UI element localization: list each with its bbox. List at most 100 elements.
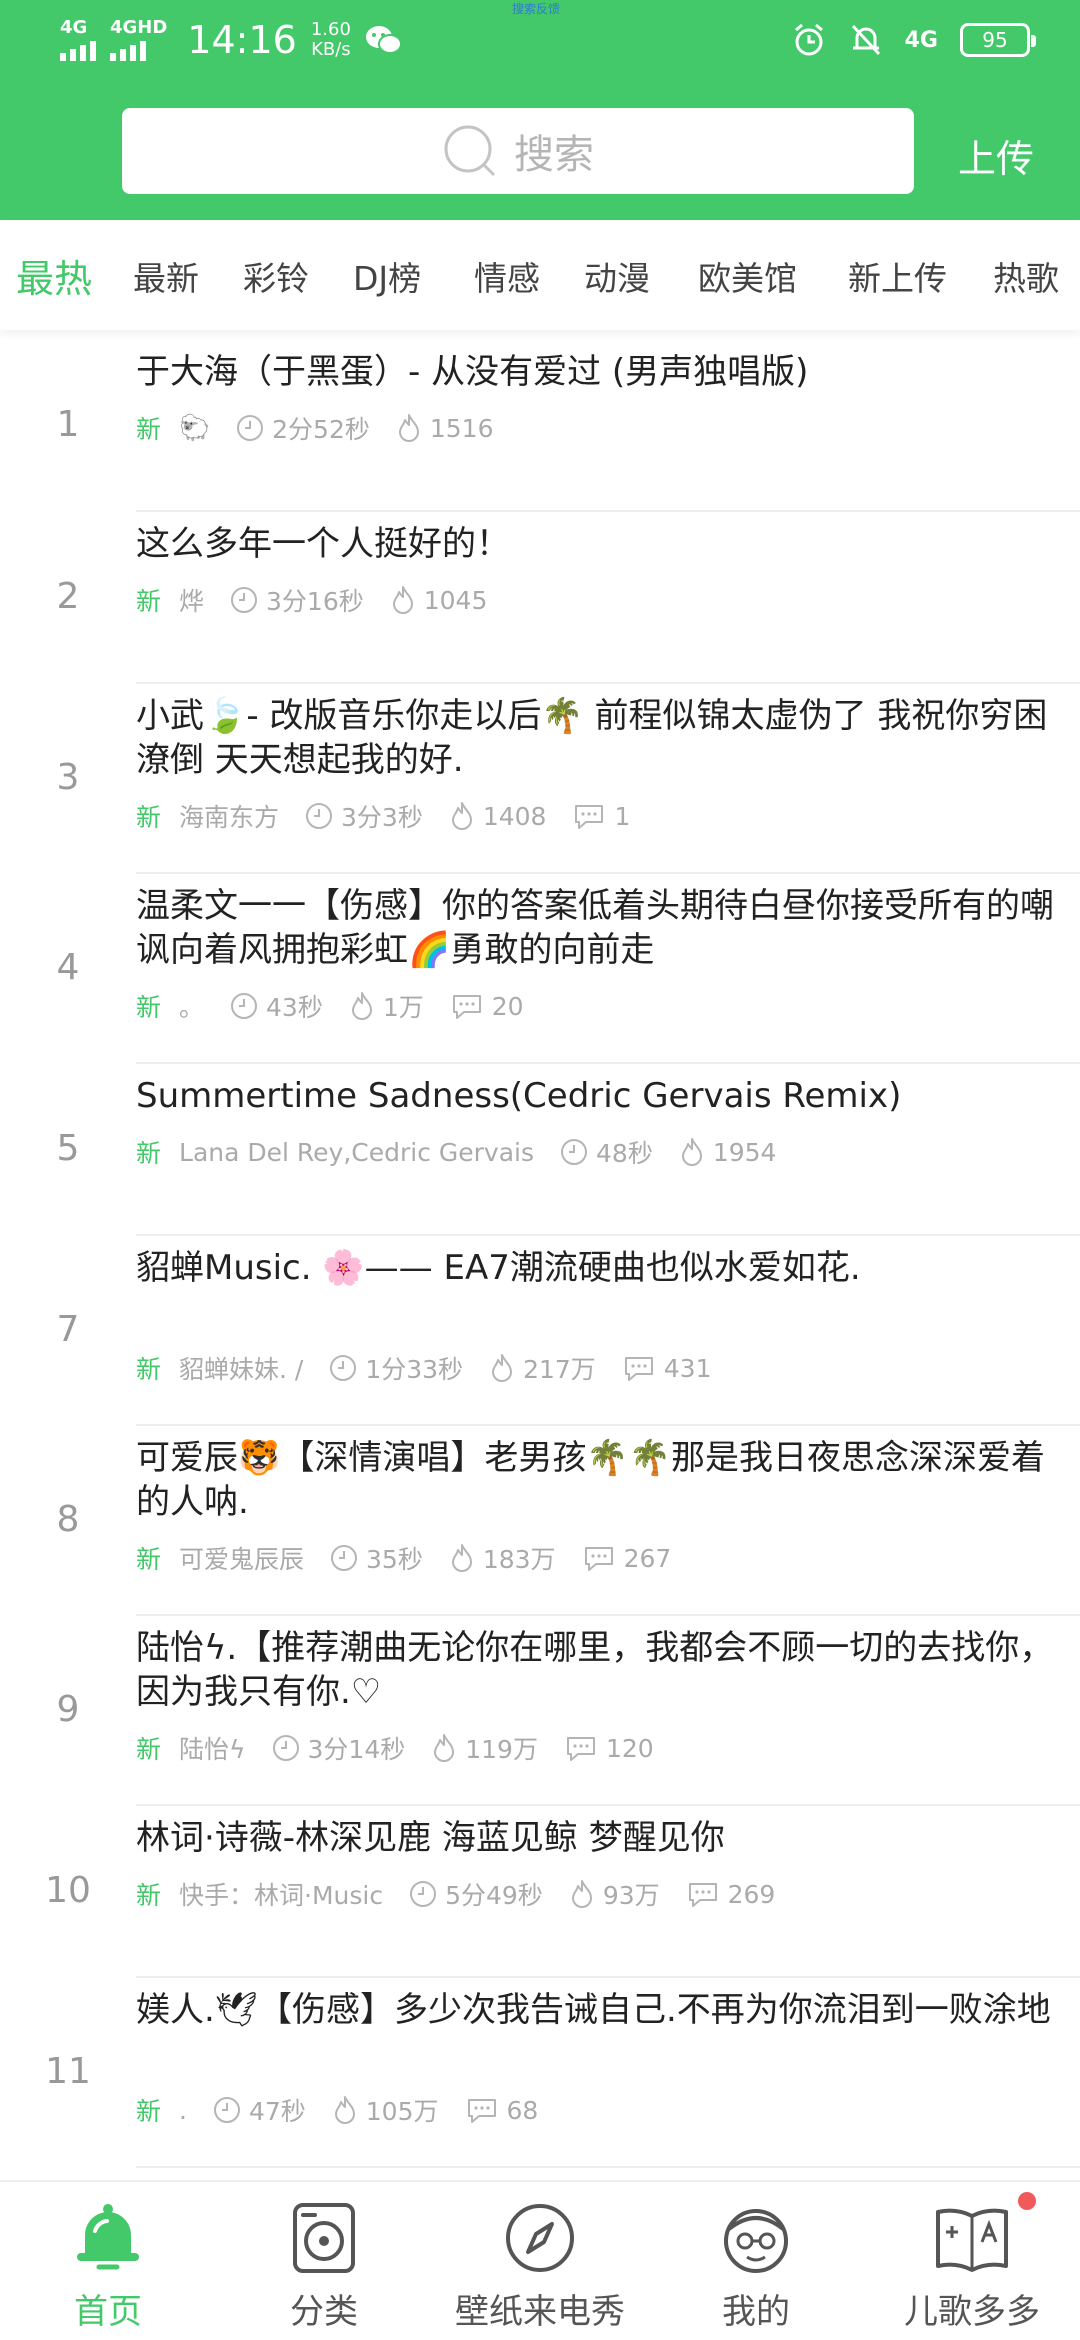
song-duration-value: 47秒 (248, 2097, 306, 2126)
nav-category[interactable]: 分类 (216, 2182, 432, 2340)
tab-new-uploads[interactable]: 新上传 (848, 252, 947, 300)
tab-dj-chart[interactable]: DJ榜 (353, 252, 421, 300)
song-meta: 新貂蝉妹妹. / 1分33秒 217万 431 (136, 1350, 738, 1386)
song-artist: 快手：林词·Music (179, 1881, 384, 1910)
search-icon (444, 125, 496, 177)
song-rank: 5 (56, 1128, 80, 1169)
song-row[interactable]: 8 可爱辰🐯【深情演唱】老男孩🌴🌴那是我日夜思念深深爱着的人呐. 新可爱鬼辰辰 35秒… (0, 1426, 1080, 1616)
song-rank: 11 (45, 2051, 91, 2092)
song-comments: 269 (686, 1879, 776, 1909)
mute-bell-icon (851, 24, 880, 56)
nav-mine[interactable]: 我的 (648, 2182, 864, 2340)
song-duration-value: 43秒 (266, 993, 323, 1022)
tab-hottest[interactable]: 最热 (16, 248, 92, 303)
song-title: 貂蝉Music. 🌸—— EA7潮流硬曲也似水爱如花. (136, 1248, 861, 1288)
song-row[interactable]: 11 媄人.🕊【伤感】多少次我告诫自己.不再为你流泪到一败涂地新. 47秒 105万 6… (0, 1978, 1080, 2168)
clock-icon (330, 1544, 366, 1572)
song-title: 林词·诗薇-林深见鹿 海蓝见鲸 梦醒见你 (136, 1818, 725, 1858)
bottom-nav: 首页 分类 壁纸来电秀 我的 儿歌多多 (0, 2180, 1080, 2340)
new-badge: 新 (136, 1735, 162, 1764)
song-duration-value: 48秒 (596, 1139, 653, 1168)
song-row[interactable]: 1 于大海（于黑蛋）- 从没有爱过 (男声独唱版) 新 🐑 2分52秒 1516 (0, 340, 1080, 512)
network-speed: 1.60 KB/s (311, 20, 351, 60)
new-badge: 新 (136, 1881, 162, 1910)
sim2-label: 4GHD (110, 17, 168, 38)
nav-kids-songs[interactable]: 儿歌多多 (864, 2182, 1080, 2340)
nav-wallpaper-ringtone-show[interactable]: 壁纸来电秀 (432, 2182, 648, 2340)
tab-newest[interactable]: 最新 (133, 252, 199, 300)
sim1-label: 4G (60, 17, 88, 38)
notification-dot (1018, 2192, 1036, 2210)
song-rank: 8 (56, 1499, 80, 1540)
flame-icon (396, 413, 430, 443)
tab-anime[interactable]: 动漫 (584, 252, 650, 300)
song-artist: 烨 (179, 587, 205, 616)
song-meta: 新 🐑 2分52秒 1516 (136, 410, 520, 446)
comment-icon (564, 1734, 606, 1762)
song-row[interactable]: 4 温柔文一一【伤感】你的答案低着头期待白昼你接受所有的嘲讽向着风拥抱彩虹🌈勇敢的… (0, 874, 1080, 1064)
alarm-icon (794, 23, 823, 56)
song-title: 媄人.🕊【伤感】多少次我告诫自己.不再为你流泪到一败涂地 (136, 1990, 1051, 2030)
upload-button[interactable]: 上传 (958, 128, 1034, 183)
comment-icon (465, 2096, 507, 2124)
tab-hit-songs[interactable]: 热歌 (993, 252, 1059, 300)
song-meta: 新 Lana Del Rey,Cedric Gervais 48秒 1954 (136, 1134, 802, 1170)
song-heat: 1516 (396, 413, 494, 443)
song-title: 这么多年一个人挺好的！ (136, 524, 510, 564)
song-row[interactable]: 10 林词·诗薇-林深见鹿 海蓝见鲸 梦醒见你新快手：林词·Music 5分49秒 9… (0, 1806, 1080, 1978)
tab-western[interactable]: 欧美馆 (698, 252, 797, 300)
clock-icon (236, 414, 272, 442)
flame-icon (390, 585, 424, 615)
app-header: 搜索反馈 4G 4GHD 14:16 1.60 KB/s 4G 95 搜索 上传 (0, 0, 1080, 220)
song-rank: 9 (56, 1689, 80, 1730)
song-heat: 1045 (390, 585, 487, 615)
flame-icon (332, 2095, 366, 2125)
song-row[interactable]: 9 陆怡ϟ.【推荐潮曲无论你在哪里，我都会不顾一切的去找你，因为我只有你.♡ 新陆怡… (0, 1616, 1080, 1806)
song-duration-value: 35秒 (366, 1545, 423, 1574)
song-heat-value: 119万 (465, 1735, 538, 1764)
flame-icon (449, 801, 483, 831)
song-comments-value: 20 (491, 991, 524, 1021)
song-row[interactable]: 5 Summertime Sadness(Cedric Gervais Remix… (0, 1064, 1080, 1236)
comment-icon (450, 992, 492, 1020)
search-input[interactable]: 搜索 (122, 108, 914, 194)
song-meta: 新。 43秒 1万 20 (136, 988, 550, 1024)
clock-icon (230, 992, 266, 1020)
song-heat: 119万 (431, 1730, 538, 1766)
comment-icon (622, 1354, 664, 1382)
song-rank: 3 (56, 757, 80, 798)
new-badge: 新 (136, 2097, 162, 2126)
song-heat-value: 1408 (482, 801, 547, 831)
nav-home[interactable]: 首页 (0, 2182, 216, 2340)
song-heat: 93万 (569, 1876, 660, 1912)
song-artist: . (179, 2095, 187, 2125)
song-duration: 47秒 (213, 2092, 306, 2128)
new-badge: 新 (136, 1545, 162, 1574)
song-duration: 5分49秒 (409, 1876, 543, 1912)
clock-icon (272, 1734, 308, 1762)
new-badge: 新 (136, 993, 162, 1022)
tab-emotion[interactable]: 情感 (474, 252, 540, 300)
song-title: Summertime Sadness(Cedric Gervais Remix) (136, 1076, 902, 1116)
song-comments: 267 (582, 1544, 671, 1573)
clock-icon (409, 1880, 445, 1908)
profile-face-icon (724, 2209, 788, 2273)
song-comments: 20 (450, 992, 524, 1021)
tab-ringtone[interactable]: 彩铃 (243, 252, 309, 300)
song-heat-value: 1516 (429, 413, 494, 443)
song-meta: 新. 47秒 105万 68 (136, 2092, 564, 2128)
song-comments-value: 269 (727, 1879, 776, 1909)
song-heat: 105万 (332, 2092, 439, 2128)
song-comments-value: 1 (614, 801, 631, 831)
clock: 14:16 (187, 18, 297, 62)
battery-level: 95 (982, 28, 1008, 52)
song-row[interactable]: 7 貂蝉Music. 🌸—— EA7潮流硬曲也似水爱如花. 新貂蝉妹妹. / 1分33… (0, 1236, 1080, 1426)
comment-icon (582, 1544, 624, 1572)
song-row[interactable]: 3 小武🍃- 改版音乐你走以后🌴 前程似锦太虚伪了 我祝你穷困潦倒 天天想起我的好… (0, 684, 1080, 874)
song-meta: 新可爱鬼辰辰 35秒 183万 267 (136, 1540, 697, 1576)
song-row[interactable]: 2 这么多年一个人挺好的！ 新烨 3分16秒 1045 (0, 512, 1080, 684)
song-duration: 3分3秒 (305, 798, 423, 834)
comment-icon (572, 802, 614, 830)
network-type: 4G (904, 27, 938, 53)
song-meta: 新海南东方 3分3秒 1408 1 (136, 798, 656, 834)
